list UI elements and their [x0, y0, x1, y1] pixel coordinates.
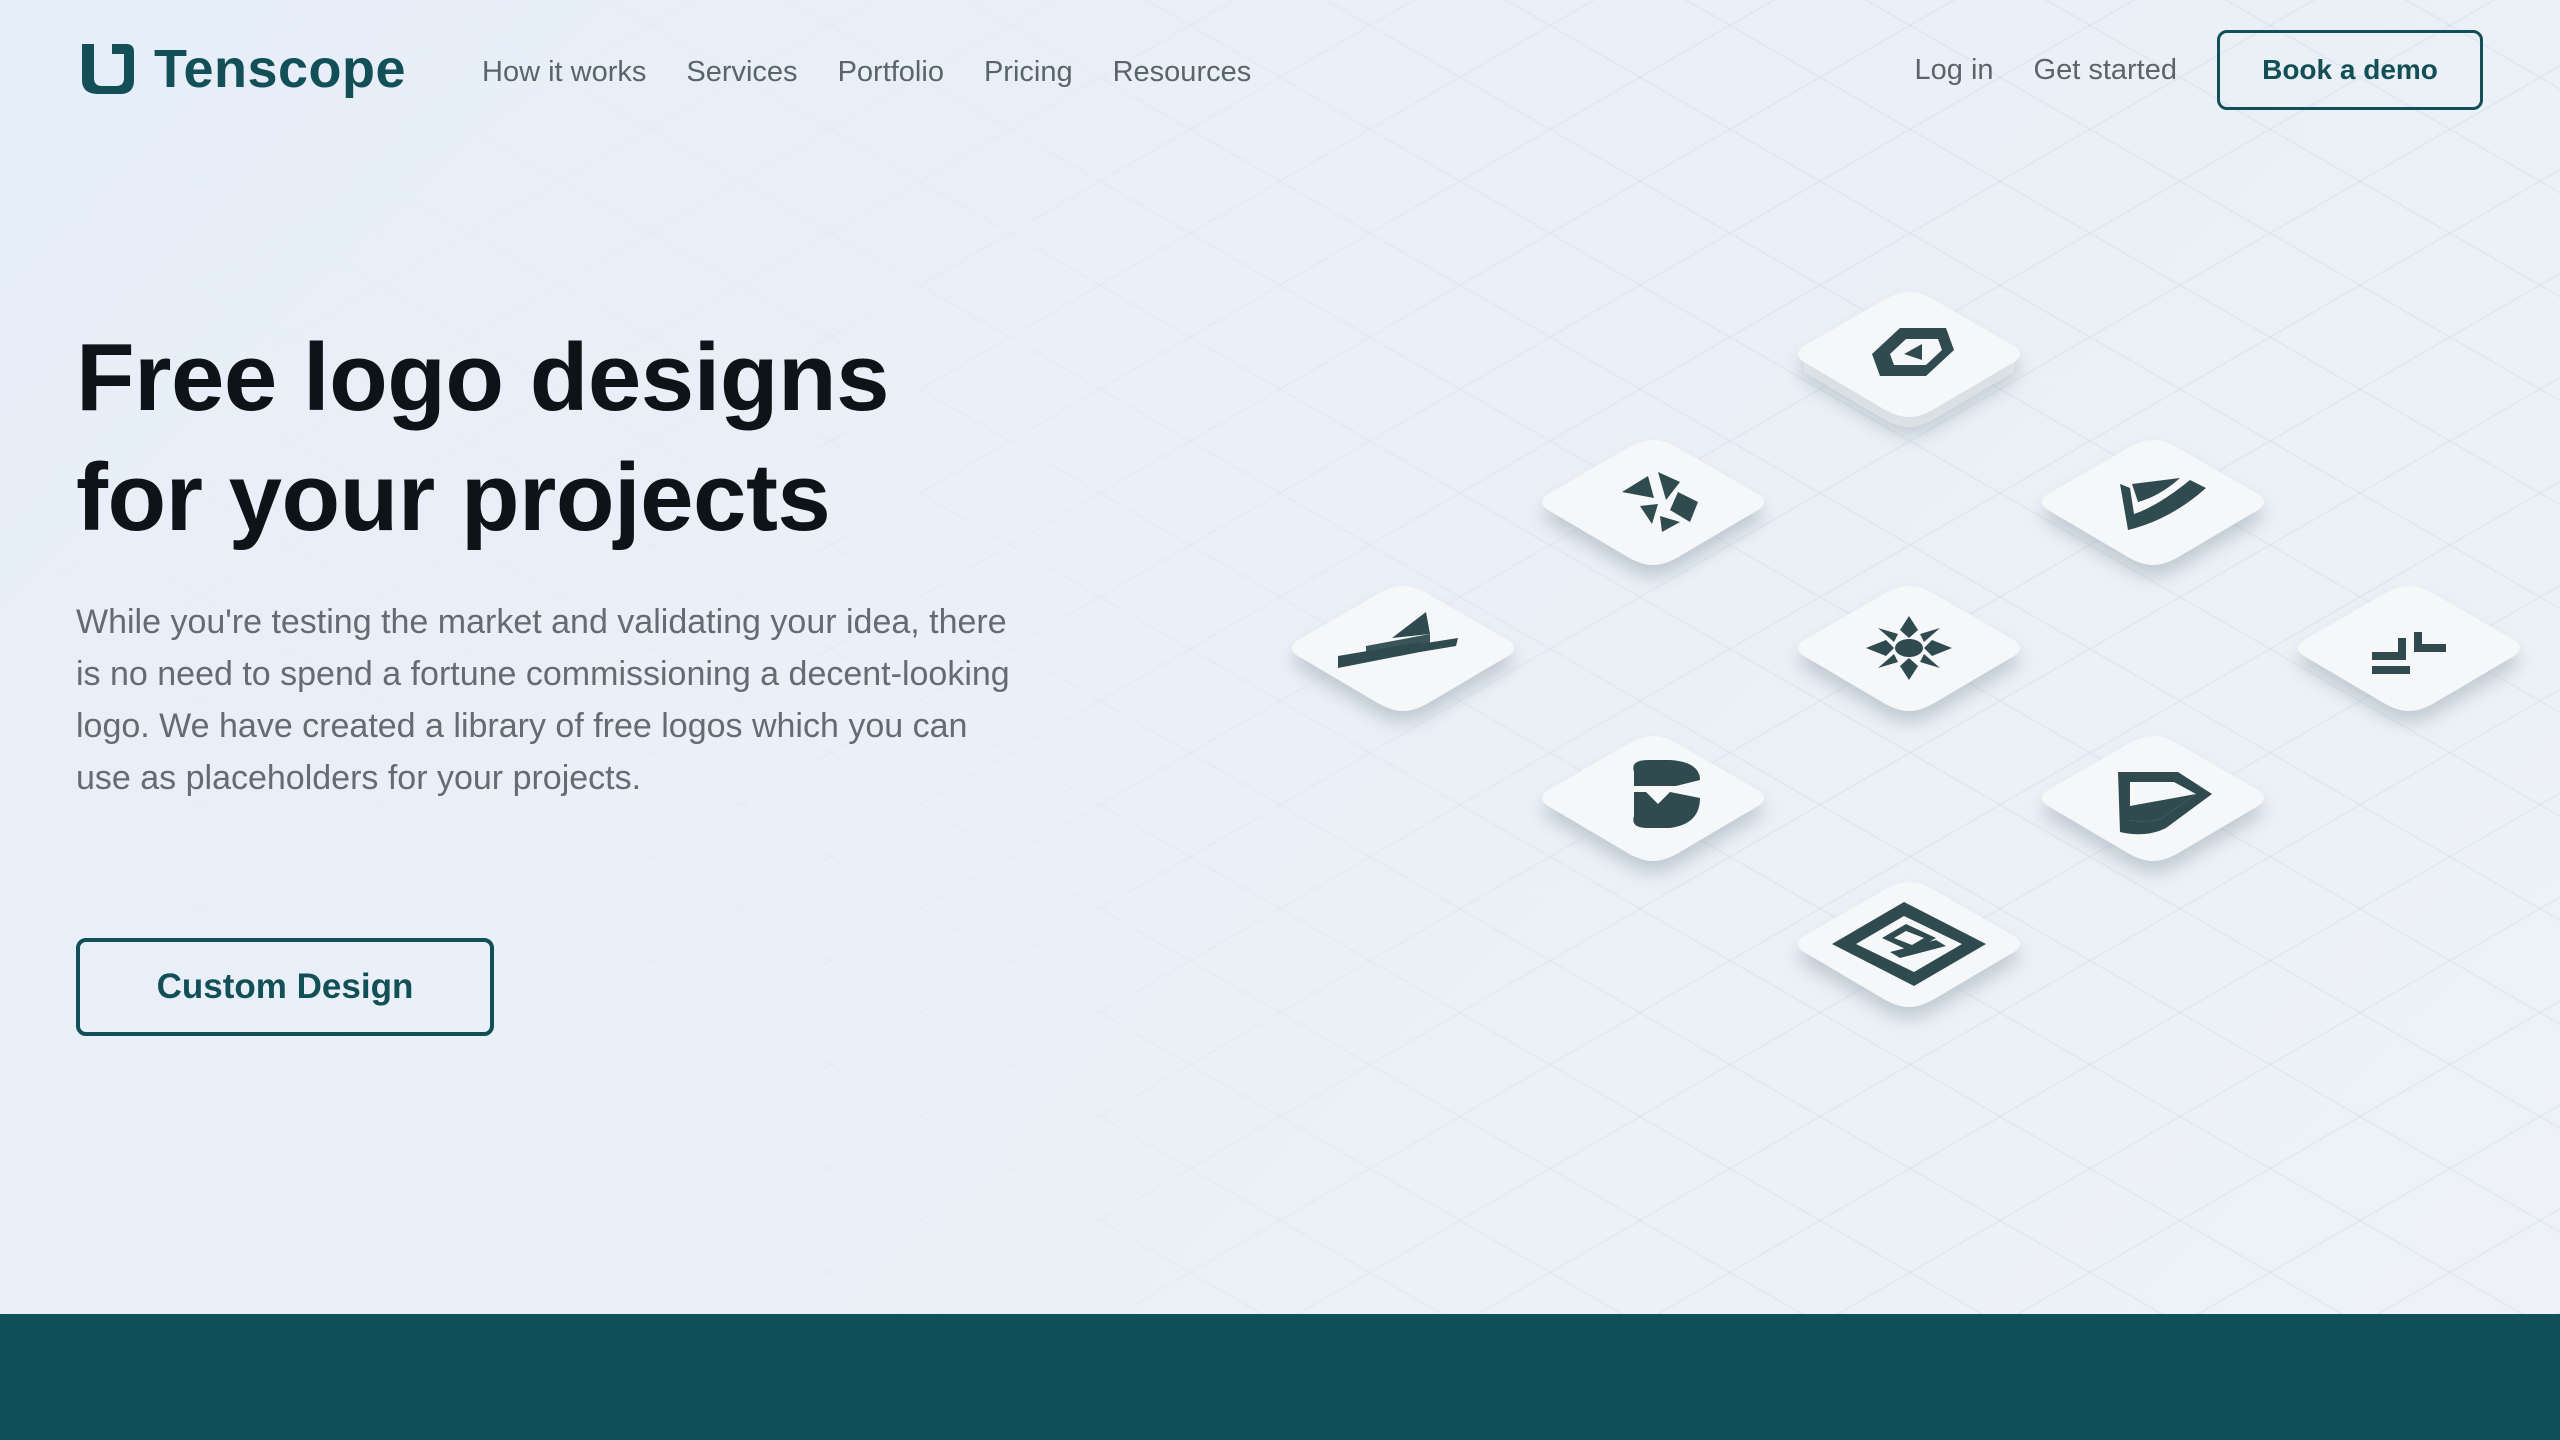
logo-tile[interactable]	[1530, 436, 1776, 588]
flower-logo-icon	[1798, 586, 2020, 711]
brand-link[interactable]: Tenscope	[76, 40, 406, 98]
logo-tile[interactable]	[1786, 878, 2032, 1030]
pentagon-block-logo-icon	[2042, 736, 2264, 861]
logo-tile[interactable]	[1530, 732, 1776, 884]
hero-title-line-2: for your projects	[76, 444, 831, 551]
nav-services[interactable]: Services	[686, 52, 797, 92]
nav-portfolio[interactable]: Portfolio	[838, 52, 944, 92]
logo-tile[interactable]	[2030, 732, 2276, 884]
hero-description: While you're testing the market and vali…	[76, 603, 1010, 797]
hexagon-chevron-logo-icon	[1798, 292, 2020, 427]
nav-pricing[interactable]: Pricing	[984, 52, 1073, 92]
nav-how-it-works[interactable]: How it works	[482, 52, 646, 92]
tenscope-logo-icon	[82, 44, 134, 94]
brand-name: Tenscope	[154, 39, 407, 99]
stripes-triangle-logo-icon	[1292, 586, 1514, 711]
logo-tile[interactable]	[2030, 436, 2276, 588]
hero-title-line-1: Free logo designs	[76, 324, 889, 431]
book-demo-button[interactable]: Book a demo	[2217, 30, 2483, 110]
custom-design-button[interactable]: Custom Design	[76, 938, 494, 1036]
nested-rectangle-logo-icon	[1798, 882, 2020, 1007]
main-nav: How it works Services Portfolio Pricing …	[482, 52, 1251, 92]
site-header: Tenscope How it works Services Portfolio…	[0, 0, 2560, 140]
logo-tile[interactable]	[2286, 582, 2532, 734]
header-actions: Log in Get started Book a demo	[1915, 28, 2560, 112]
login-link[interactable]: Log in	[1915, 28, 1994, 112]
wing-leaf-logo-icon	[2042, 440, 2264, 565]
logo-tile[interactable]	[1280, 582, 1526, 734]
step-blocks-logo-icon	[2298, 586, 2520, 711]
ribbon-fold-logo-icon	[1542, 736, 1764, 861]
petal-cluster-logo-icon	[1542, 440, 1764, 565]
footer-band	[0, 1314, 2560, 1440]
get-started-link[interactable]: Get started	[2034, 28, 2177, 112]
logo-tile[interactable]	[1786, 288, 2032, 440]
nav-resources[interactable]: Resources	[1113, 52, 1252, 92]
hero-title: Free logo designs for your projects	[76, 318, 1076, 558]
logo-tile[interactable]	[1786, 582, 2032, 734]
